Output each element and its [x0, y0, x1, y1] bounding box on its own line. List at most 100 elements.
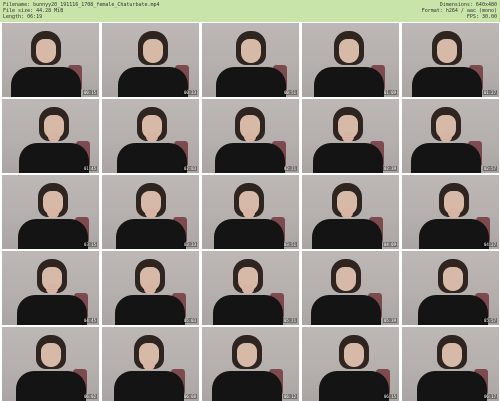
- person-body: [412, 67, 482, 97]
- timestamp-label: 03:51: [282, 242, 297, 247]
- person-hand: [143, 360, 155, 370]
- timestamp-label: 06:02: [82, 394, 97, 399]
- person-hand: [47, 208, 59, 218]
- person-body: [216, 67, 286, 97]
- timestamp-label: 03:33: [182, 242, 197, 247]
- person-face: [336, 267, 356, 291]
- person-body: [215, 143, 285, 173]
- person-body: [314, 67, 384, 97]
- person-body: [117, 143, 187, 173]
- video-thumbnail[interactable]: 03:15: [2, 175, 99, 249]
- timestamp-label: 06:15: [382, 394, 397, 399]
- person-hand: [244, 132, 256, 142]
- person-face: [41, 343, 61, 367]
- video-thumbnail[interactable]: 01:45: [2, 99, 99, 173]
- person-body: [312, 219, 382, 249]
- timestamp-label: 01:27: [482, 90, 497, 95]
- person-body: [11, 67, 81, 97]
- video-thumbnail[interactable]: 04:45: [2, 251, 99, 325]
- timestamp-label: 00:33: [182, 90, 197, 95]
- person-body: [114, 371, 184, 401]
- video-thumbnail[interactable]: 05:57: [402, 251, 499, 325]
- timestamp-label: 05:57: [482, 318, 497, 323]
- video-thumbnail[interactable]: 02:21: [202, 99, 299, 173]
- timestamp-label: 03:15: [82, 242, 97, 247]
- person-body: [118, 67, 188, 97]
- person-body: [311, 295, 381, 325]
- person-body: [411, 143, 481, 173]
- timestamp-label: 05:03: [182, 318, 197, 323]
- person-body: [18, 219, 88, 249]
- timestamp-label: 04:45: [82, 318, 97, 323]
- thumbnail-grid: 00:15 00:33 00:51 01:09 01:27 01:45 02:03 02:21…: [0, 22, 500, 401]
- video-thumbnail[interactable]: 01:09: [302, 23, 399, 97]
- person-body: [313, 143, 383, 173]
- person-face: [36, 39, 56, 63]
- video-thumbnail[interactable]: 00:15: [2, 23, 99, 97]
- timestamp-label: 06:08: [182, 394, 197, 399]
- video-thumbnail[interactable]: 02:39: [302, 99, 399, 173]
- timestamp-label: 04:09: [382, 242, 397, 247]
- timestamp-label: 04:27: [482, 242, 497, 247]
- timestamp-label: 02:21: [282, 166, 297, 171]
- video-thumbnail[interactable]: 05:03: [102, 251, 199, 325]
- fps-text: FPS: 30.00: [466, 14, 497, 20]
- timestamp-label: 00:15: [82, 90, 97, 95]
- person-face: [237, 343, 257, 367]
- person-hand: [46, 284, 58, 294]
- video-thumbnail[interactable]: 01:27: [402, 23, 499, 97]
- video-thumbnail[interactable]: 05:21: [202, 251, 299, 325]
- video-thumbnail[interactable]: 00:33: [102, 23, 199, 97]
- person-hand: [448, 208, 460, 218]
- person-face: [143, 39, 163, 63]
- person-body: [212, 371, 282, 401]
- video-thumbnail[interactable]: 06:12: [202, 327, 299, 401]
- person-body: [419, 219, 489, 249]
- person-hand: [243, 208, 255, 218]
- timestamp-label: 02:03: [182, 166, 197, 171]
- person-body: [214, 219, 284, 249]
- person-hand: [341, 208, 353, 218]
- person-face: [241, 39, 261, 63]
- person-face: [442, 343, 462, 367]
- timestamp-label: 02:39: [382, 166, 397, 171]
- file-info: Filename: bunnyy20_191116_1708_female_Ch…: [3, 2, 160, 20]
- person-body: [417, 371, 487, 401]
- video-thumbnail[interactable]: 05:39: [302, 251, 399, 325]
- video-thumbnail[interactable]: 06:02: [2, 327, 99, 401]
- timestamp-label: 00:51: [282, 90, 297, 95]
- video-thumbnail[interactable]: 04:27: [402, 175, 499, 249]
- person-hand: [342, 132, 354, 142]
- person-body: [213, 295, 283, 325]
- person-face: [344, 343, 364, 367]
- timestamp-label: 02:57: [482, 166, 497, 171]
- timestamp-label: 05:39: [382, 318, 397, 323]
- person-body: [319, 371, 389, 401]
- person-hand: [146, 132, 158, 142]
- person-body: [418, 295, 488, 325]
- person-body: [17, 295, 87, 325]
- video-thumbnail[interactable]: 06:08: [102, 327, 199, 401]
- stream-info: Dimensions: 640x480 Format: h264 / aac (…: [422, 2, 497, 20]
- person-hand: [145, 208, 157, 218]
- timestamp-label: 06:17: [482, 394, 497, 399]
- person-body: [115, 295, 185, 325]
- video-thumbnail[interactable]: 03:51: [202, 175, 299, 249]
- person-body: [19, 143, 89, 173]
- video-thumbnail[interactable]: 02:57: [402, 99, 499, 173]
- timestamp-label: 05:21: [282, 318, 297, 323]
- timestamp-label: 01:45: [82, 166, 97, 171]
- video-thumbnail[interactable]: 06:17: [402, 327, 499, 401]
- person-face: [339, 39, 359, 63]
- timestamp-label: 01:09: [382, 90, 397, 95]
- video-thumbnail[interactable]: 04:09: [302, 175, 399, 249]
- video-thumbnail[interactable]: 02:03: [102, 99, 199, 173]
- person-hand: [242, 284, 254, 294]
- timestamp-label: 06:12: [282, 394, 297, 399]
- video-thumbnail[interactable]: 03:33: [102, 175, 199, 249]
- video-thumbnail[interactable]: 06:15: [302, 327, 399, 401]
- person-hand: [48, 132, 60, 142]
- person-face: [437, 39, 457, 63]
- video-thumbnail[interactable]: 00:51: [202, 23, 299, 97]
- length-text: Length: 06:19: [3, 14, 43, 20]
